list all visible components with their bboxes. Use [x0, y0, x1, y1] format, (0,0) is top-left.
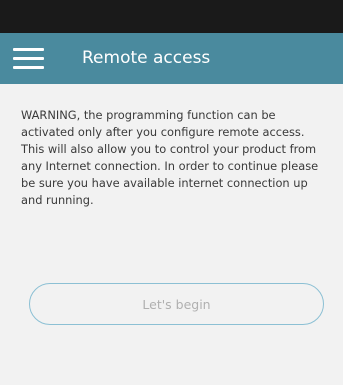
hamburger-menu-icon[interactable] — [13, 46, 44, 70]
status-bar — [0, 0, 343, 33]
main-content: WARNING, the programming function can be… — [0, 84, 343, 385]
page-title: Remote access — [82, 48, 211, 68]
warning-message: WARNING, the programming function can be… — [21, 108, 319, 207]
menu-icon-line — [13, 66, 44, 69]
menu-icon-line — [13, 57, 44, 60]
lets-begin-button[interactable]: Let's begin — [29, 283, 324, 325]
menu-icon-line — [13, 48, 44, 51]
app-bar: Remote access — [0, 33, 343, 84]
